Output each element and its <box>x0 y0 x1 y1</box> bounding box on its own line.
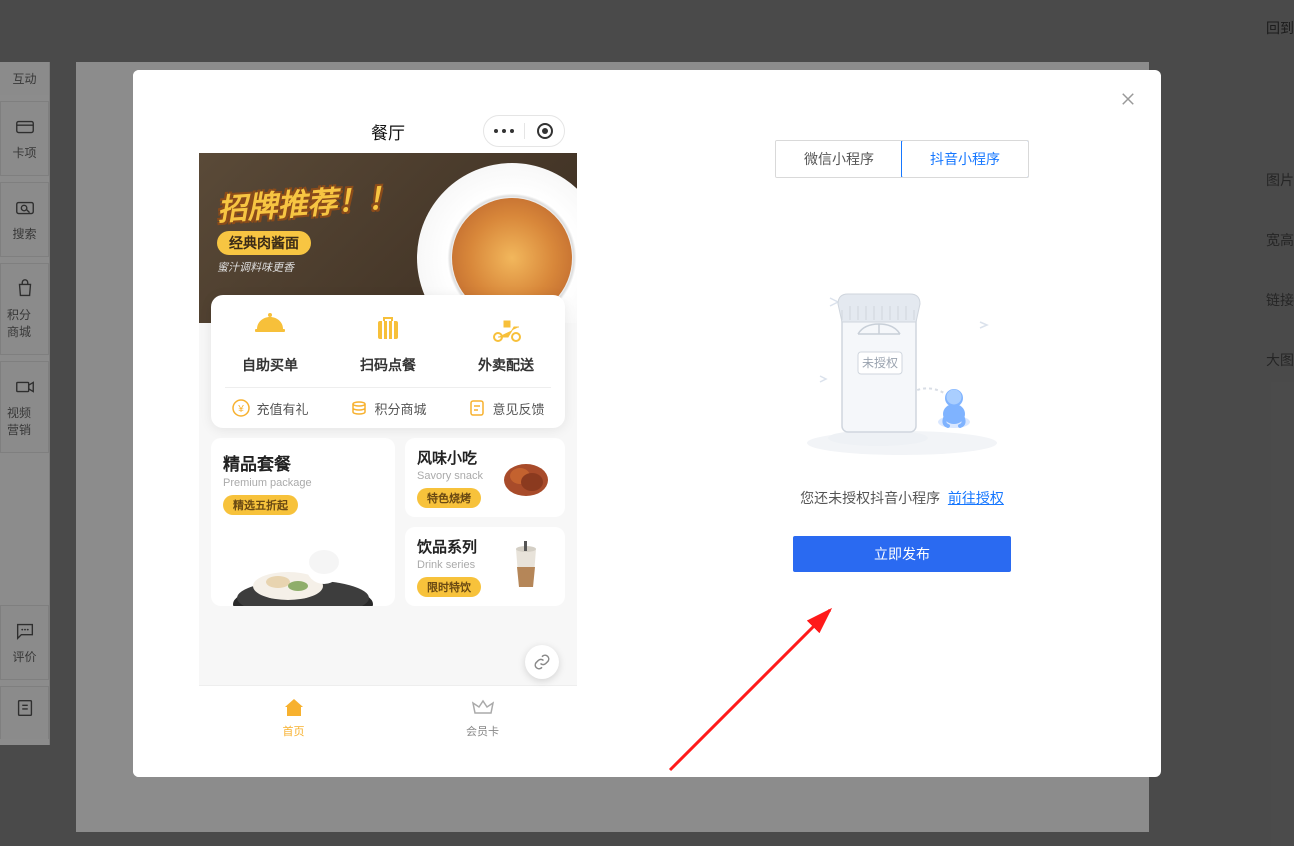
publish-modal: 餐厅 招牌推荐！！ 经典肉酱面 蜜汁调料味更香 <box>133 70 1161 777</box>
phone-capsule[interactable] <box>483 115 565 147</box>
tab-member[interactable]: 会员卡 <box>388 686 577 749</box>
scooter-icon <box>486 309 526 349</box>
menu-dots-icon[interactable] <box>484 129 524 133</box>
link-floating-button[interactable] <box>525 645 559 679</box>
stack-icon <box>349 398 369 418</box>
link-icon <box>533 653 551 671</box>
close-ring-icon[interactable] <box>524 123 564 139</box>
modal-overlay: 餐厅 招牌推荐！！ 经典肉酱面 蜜汁调料味更香 <box>0 0 1294 846</box>
auth-link[interactable]: 前往授权 <box>948 490 1004 506</box>
svg-text:¥: ¥ <box>238 404 245 415</box>
banner-tagline: 蜜汁调料味更香 <box>217 259 397 275</box>
tab-bar: 首页 会员卡 <box>199 685 577 749</box>
drink-image <box>498 539 553 594</box>
tab-douyin[interactable]: 抖音小程序 <box>901 140 1029 178</box>
dish-cover-icon <box>250 309 290 349</box>
menu-delivery[interactable]: 外卖配送 <box>478 309 534 375</box>
category-snack[interactable]: 风味小吃 Savory snack 特色烧烤 <box>405 438 565 517</box>
premium-food-image <box>211 516 395 606</box>
phone-title: 餐厅 <box>371 119 405 144</box>
unauthorized-illustration: 未授权 <box>792 258 1012 458</box>
luggage-icon <box>368 309 408 349</box>
publish-button[interactable]: 立即发布 <box>793 536 1011 572</box>
note-icon <box>467 398 487 418</box>
tab-wechat[interactable]: 微信小程序 <box>776 141 902 177</box>
menu-recharge[interactable]: ¥ 充值有礼 <box>231 398 308 418</box>
category-drinks[interactable]: 饮品系列 Drink series 限时特饮 <box>405 527 565 606</box>
banner-title: 招牌推荐！！ <box>216 173 399 229</box>
platform-tabs: 微信小程序 抖音小程序 <box>775 140 1029 178</box>
tab-home[interactable]: 首页 <box>199 686 388 749</box>
coin-icon: ¥ <box>231 398 251 418</box>
category-grid: 精品套餐 Premium package 精选五折起 <box>211 438 565 606</box>
menu-points-mall[interactable]: 积分商城 <box>349 398 426 418</box>
menu-card: 自助买单 扫码点餐 外卖配送 ¥ <box>211 295 565 428</box>
home-icon <box>282 696 306 720</box>
category-premium[interactable]: 精品套餐 Premium package 精选五折起 <box>211 438 395 606</box>
auth-message: 您还未授权抖音小程序 前往授权 <box>800 488 1004 508</box>
unauthorized-badge: 未授权 <box>862 355 898 370</box>
crown-icon <box>471 696 495 720</box>
publish-pane: 微信小程序 抖音小程序 <box>643 70 1161 777</box>
menu-feedback[interactable]: 意见反馈 <box>467 398 544 418</box>
menu-scan-order[interactable]: 扫码点餐 <box>360 309 416 375</box>
phone-header: 餐厅 <box>199 109 577 153</box>
snack-food-image <box>498 450 553 505</box>
banner-subtitle: 经典肉酱面 <box>217 231 311 255</box>
phone-mock: 餐厅 招牌推荐！！ 经典肉酱面 蜜汁调料味更香 <box>199 109 577 749</box>
menu-self-pay[interactable]: 自助买单 <box>242 309 298 375</box>
preview-pane: 餐厅 招牌推荐！！ 经典肉酱面 蜜汁调料味更香 <box>133 70 643 777</box>
